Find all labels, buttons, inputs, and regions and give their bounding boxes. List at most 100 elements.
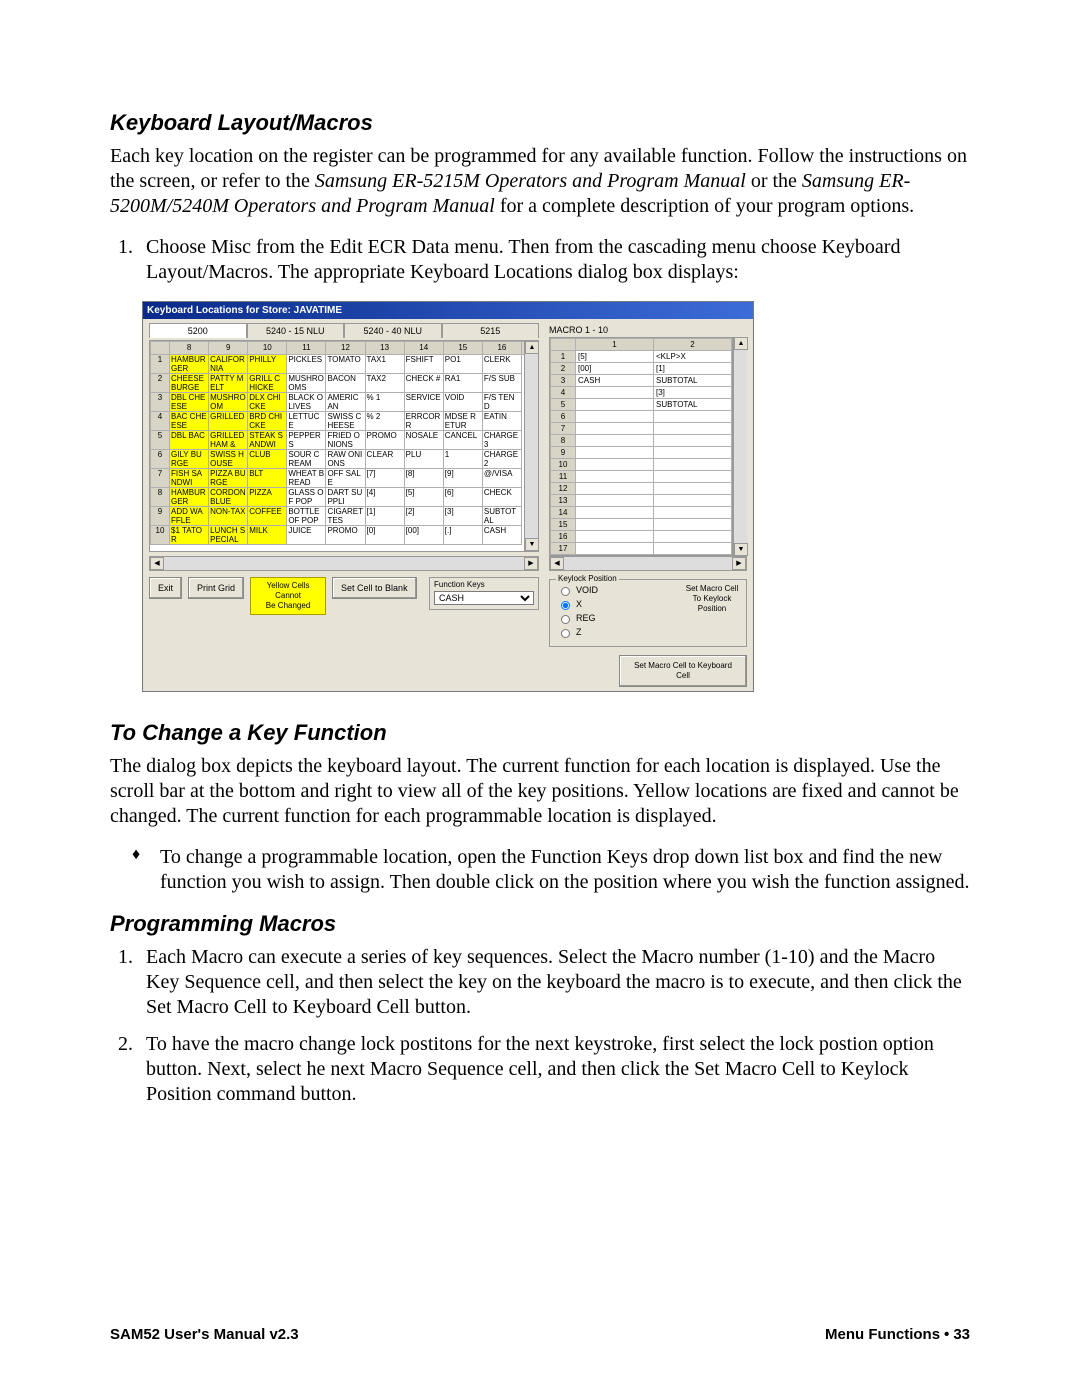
- key-cell[interactable]: BLT: [248, 469, 287, 488]
- macro-cell[interactable]: [576, 543, 654, 555]
- key-cell[interactable]: CHARGE2: [482, 450, 521, 469]
- scroll-down-icon[interactable]: ▼: [525, 538, 539, 551]
- macro-scroll-right-icon[interactable]: ▶: [732, 557, 746, 570]
- key-cell[interactable]: PLU: [404, 450, 443, 469]
- key-cell[interactable]: PATTY MELT: [209, 374, 248, 393]
- macro-cell[interactable]: [1]: [654, 363, 732, 375]
- key-cell[interactable]: RA1: [443, 374, 482, 393]
- macro-cell[interactable]: [654, 543, 732, 555]
- key-cell[interactable]: CLERK: [482, 355, 521, 374]
- key-cell[interactable]: CASH: [482, 526, 521, 545]
- macro-scroll-up-icon[interactable]: ▲: [734, 337, 748, 350]
- macro-scroll-left-icon[interactable]: ◀: [550, 557, 564, 570]
- key-cell[interactable]: MDSE RETUR: [443, 412, 482, 431]
- key-cell[interactable]: CLUB: [248, 450, 287, 469]
- key-cell[interactable]: CORDON BLUE: [209, 488, 248, 507]
- macro-cell[interactable]: [654, 483, 732, 495]
- key-cell[interactable]: WHEAT BREAD: [287, 469, 326, 488]
- macro-cell[interactable]: [576, 495, 654, 507]
- key-cell[interactable]: HAMBURGER: [170, 355, 209, 374]
- key-cell[interactable]: AMERICAN: [326, 393, 365, 412]
- macro-cell[interactable]: <KLP>X: [654, 351, 732, 363]
- key-cell[interactable]: [9]: [443, 469, 482, 488]
- key-cell[interactable]: DBL BAC: [170, 431, 209, 450]
- key-cell[interactable]: CHECK: [482, 488, 521, 507]
- key-cell[interactable]: TOMATO: [326, 355, 365, 374]
- key-cell[interactable]: GRILL CHICKE: [248, 374, 287, 393]
- key-cell[interactable]: MUSHROOM: [209, 393, 248, 412]
- key-cell[interactable]: PIZZA BURGE: [209, 469, 248, 488]
- key-cell[interactable]: FSHIFT: [404, 355, 443, 374]
- key-cell[interactable]: GRILLED HAM &: [209, 431, 248, 450]
- key-cell[interactable]: STEAK SANDWI: [248, 431, 287, 450]
- key-cell[interactable]: BRD CHICKE: [248, 412, 287, 431]
- key-cell[interactable]: $1 TATOR: [170, 526, 209, 545]
- key-cell[interactable]: SOUR CREAM: [287, 450, 326, 469]
- macro-cell[interactable]: CASH: [576, 375, 654, 387]
- key-cell[interactable]: SUBTOTAL: [482, 507, 521, 526]
- key-cell[interactable]: FRIED ONIONS: [326, 431, 365, 450]
- key-cell[interactable]: SWISS CHEESE: [326, 412, 365, 431]
- keyboard-grid[interactable]: ▲ ▼ 89101112131415161HAMBURGERCALIFORNIA…: [149, 340, 539, 552]
- set-cell-blank-button[interactable]: Set Cell to Blank: [332, 577, 417, 599]
- macro-cell[interactable]: [654, 459, 732, 471]
- key-cell[interactable]: BOTTLE OF POP: [287, 507, 326, 526]
- key-cell[interactable]: PICKLES: [287, 355, 326, 374]
- macro-cell[interactable]: [576, 519, 654, 531]
- key-cell[interactable]: PIZZA: [248, 488, 287, 507]
- key-cell[interactable]: DBL CHEESE: [170, 393, 209, 412]
- key-cell[interactable]: VOID: [443, 393, 482, 412]
- scroll-left-icon[interactable]: ◀: [150, 557, 164, 570]
- key-cell[interactable]: [3]: [443, 507, 482, 526]
- key-cell[interactable]: PEPPERS: [287, 431, 326, 450]
- exit-button[interactable]: Exit: [149, 577, 182, 599]
- key-cell[interactable]: [.]: [443, 526, 482, 545]
- macro-cell[interactable]: [654, 447, 732, 459]
- key-cell[interactable]: BAC CHEESE: [170, 412, 209, 431]
- key-cell[interactable]: CIGARETTES: [326, 507, 365, 526]
- key-cell[interactable]: [5]: [404, 488, 443, 507]
- key-cell[interactable]: OFF SALE: [326, 469, 365, 488]
- key-cell[interactable]: DLX CHICKE: [248, 393, 287, 412]
- macro-cell[interactable]: [654, 411, 732, 423]
- scroll-up-icon[interactable]: ▲: [525, 341, 539, 354]
- key-cell[interactable]: PHILLY: [248, 355, 287, 374]
- macro-scrollbar-v[interactable]: ▲ ▼: [733, 337, 747, 556]
- macro-cell[interactable]: [576, 507, 654, 519]
- key-cell[interactable]: CALIFORNIA: [209, 355, 248, 374]
- key-cell[interactable]: EATIN: [482, 412, 521, 431]
- macro-cell[interactable]: [576, 447, 654, 459]
- key-cell[interactable]: FISH SANDWI: [170, 469, 209, 488]
- key-cell[interactable]: [0]: [365, 526, 404, 545]
- key-cell[interactable]: PROMO: [365, 431, 404, 450]
- key-cell[interactable]: F/S TEND: [482, 393, 521, 412]
- key-cell[interactable]: % 1: [365, 393, 404, 412]
- keylock-z-option[interactable]: Z: [556, 626, 612, 638]
- key-cell[interactable]: SERVICE: [404, 393, 443, 412]
- key-cell[interactable]: JUICE: [287, 526, 326, 545]
- keylock-reg-option[interactable]: REG: [556, 612, 612, 624]
- keylock-x-option[interactable]: X: [556, 598, 612, 610]
- key-cell[interactable]: BLACK OLIVES: [287, 393, 326, 412]
- key-cell[interactable]: LETTUCE: [287, 412, 326, 431]
- set-macro-keylock-button[interactable]: Set Macro Cell To Keylock Position: [684, 584, 740, 640]
- key-cell[interactable]: % 2: [365, 412, 404, 431]
- macro-cell[interactable]: [576, 483, 654, 495]
- key-cell[interactable]: PROMO: [326, 526, 365, 545]
- macro-cell[interactable]: [576, 459, 654, 471]
- macro-cell[interactable]: [576, 387, 654, 399]
- macro-scrollbar-h[interactable]: ◀ ▶: [549, 556, 747, 571]
- macro-cell[interactable]: [00]: [576, 363, 654, 375]
- key-cell[interactable]: SWISS HOUSE: [209, 450, 248, 469]
- key-cell[interactable]: F/S SUB: [482, 374, 521, 393]
- key-cell[interactable]: ERRCORR: [404, 412, 443, 431]
- key-cell[interactable]: [4]: [365, 488, 404, 507]
- macro-cell[interactable]: [576, 423, 654, 435]
- tab-5240---15-nlu[interactable]: 5240 - 15 NLU: [247, 323, 345, 338]
- key-cell[interactable]: GRILLED: [209, 412, 248, 431]
- key-cell[interactable]: CLEAR: [365, 450, 404, 469]
- macro-cell[interactable]: [654, 495, 732, 507]
- key-cell[interactable]: GILY BURGE: [170, 450, 209, 469]
- macro-cell[interactable]: [576, 411, 654, 423]
- key-cell[interactable]: [00]: [404, 526, 443, 545]
